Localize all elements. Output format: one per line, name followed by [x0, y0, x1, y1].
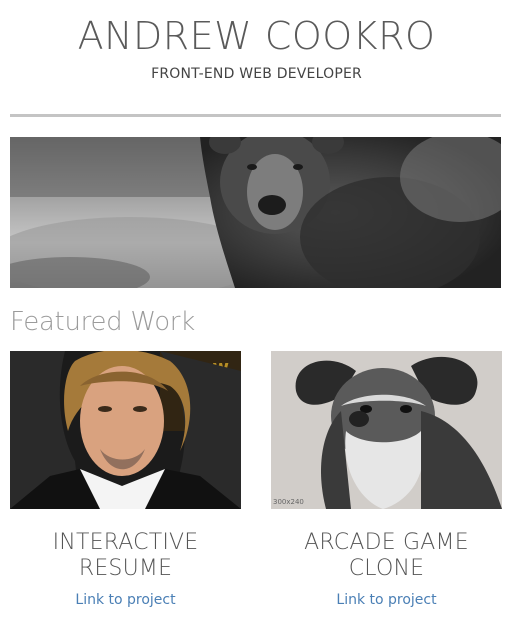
- bear-image: [10, 137, 501, 288]
- project-title-interactive-resume: INTERACTIVE RESUME: [10, 530, 241, 582]
- site-title: ANDREW COOKRO: [77, 14, 436, 58]
- header-divider: [10, 114, 501, 117]
- site-subtitle: FRONT-END WEB DEVELOPER: [151, 66, 362, 82]
- project-title-arcade-game-clone: ARCADE GAME CLONE: [271, 530, 502, 582]
- portrait-image: ow: [10, 351, 241, 509]
- project-link-interactive-resume[interactable]: Link to project: [10, 592, 241, 608]
- schnauzer-image: [271, 351, 502, 509]
- project-title-line1: INTERACTIVE: [52, 530, 199, 555]
- project-image-dog[interactable]: 300x240: [271, 351, 502, 509]
- project-title-line1: ARCADE GAME: [304, 530, 469, 555]
- hero-image-bear: [10, 137, 501, 288]
- project-title-line2: RESUME: [78, 556, 173, 581]
- project-link-arcade-game[interactable]: Link to project: [271, 592, 502, 608]
- featured-work-heading: Featured Work: [10, 307, 195, 337]
- project-image-portrait[interactable]: ow: [10, 351, 241, 509]
- project-title-line2: CLONE: [348, 556, 425, 581]
- image-caption: 300x240: [273, 498, 304, 506]
